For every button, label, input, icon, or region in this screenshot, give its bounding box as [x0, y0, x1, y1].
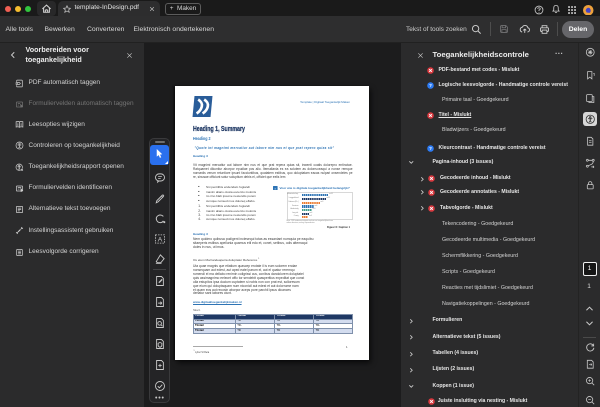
svg-text:?: ? — [429, 83, 432, 88]
svg-text:?: ? — [429, 146, 432, 151]
svg-text:A: A — [158, 236, 163, 243]
